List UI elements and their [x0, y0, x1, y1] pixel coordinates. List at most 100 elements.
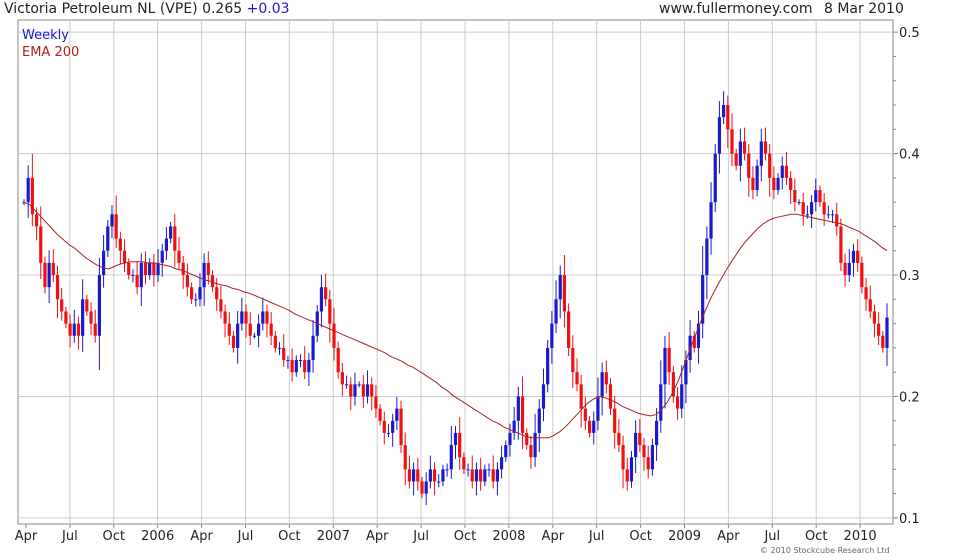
weekly-bar — [516, 396, 520, 421]
weekly-bar — [789, 177, 793, 191]
weekly-bar — [571, 347, 575, 373]
weekly-bar — [780, 165, 784, 178]
weekly-bar — [156, 262, 160, 276]
weekly-bar — [772, 177, 776, 191]
weekly-bar — [424, 481, 428, 494]
legend-weekly: Weekly — [22, 28, 69, 43]
x-tick-label: Apr — [542, 529, 565, 544]
weekly-bar — [713, 153, 717, 203]
weekly-bar — [592, 420, 596, 433]
weekly-bar — [768, 153, 772, 178]
weekly-bar — [252, 335, 257, 337]
weekly-bar — [265, 311, 269, 324]
weekly-bar — [722, 105, 726, 118]
weekly-bar — [596, 396, 600, 421]
weekly-bar — [420, 481, 424, 494]
y-tick-label: 0.2 — [899, 390, 920, 405]
weekly-bar — [667, 347, 671, 373]
weekly-bar — [110, 214, 114, 227]
weekly-bar — [567, 311, 571, 348]
weekly-bar — [659, 384, 663, 421]
weekly-bar — [240, 311, 244, 324]
weekly-bar — [340, 372, 344, 385]
weekly-bar — [361, 384, 365, 397]
weekly-bar — [717, 117, 722, 154]
weekly-bar — [835, 214, 839, 227]
weekly-bar — [303, 360, 307, 373]
weekly-bar — [101, 250, 106, 276]
weekly-bar — [529, 445, 533, 458]
x-tick-label: 2009 — [668, 529, 701, 544]
y-tick-label: 0.3 — [899, 269, 920, 284]
weekly-bar — [663, 347, 667, 385]
weekly-bar — [525, 432, 529, 446]
x-tick-label: Oct — [103, 529, 125, 544]
x-tick-label: 2010 — [844, 529, 877, 544]
weekly-bar — [135, 275, 139, 288]
weekly-bar — [307, 360, 311, 373]
weekly-bar — [776, 177, 780, 191]
weekly-bar — [621, 445, 625, 470]
weekly-bar — [269, 323, 273, 336]
weekly-bar — [466, 469, 470, 471]
weekly-bar — [575, 372, 579, 385]
weekly-bar — [353, 384, 357, 397]
weekly-bar — [412, 469, 416, 482]
weekly-bar — [395, 408, 399, 421]
weekly-bar — [843, 262, 847, 276]
weekly-bar — [60, 299, 64, 312]
weekly-bar — [499, 457, 504, 470]
weekly-bar — [374, 396, 378, 409]
weekly-bar — [194, 299, 198, 301]
weekly-bar — [646, 457, 650, 470]
y-tick-label: 0.5 — [899, 26, 920, 41]
weekly-bar — [495, 469, 499, 482]
weekly-bar — [856, 250, 860, 263]
weekly-bar — [206, 262, 210, 276]
weekly-bar — [617, 432, 621, 446]
weekly-bar — [181, 262, 185, 276]
weekly-bar — [277, 347, 282, 349]
weekly-bar — [520, 396, 525, 433]
weekly-bar — [462, 457, 466, 470]
weekly-bar — [470, 469, 474, 482]
weekly-bar — [830, 214, 835, 216]
price-chart: Apr Jul Oct 2006 Apr Jul Oct 2007 Apr Jul Oct 2008 A… — [15, 19, 920, 544]
weekly-bar — [131, 275, 135, 277]
weekly-bar — [248, 323, 252, 336]
weekly-bar — [638, 432, 642, 446]
x-tick-label: Apr — [190, 529, 213, 544]
x-tick-label: 2008 — [492, 529, 525, 544]
weekly-bar — [357, 384, 361, 386]
weekly-bar — [508, 432, 512, 446]
weekly-bar — [160, 250, 164, 263]
weekly-bar — [93, 323, 97, 336]
weekly-bar — [273, 335, 277, 348]
weekly-bar — [738, 141, 742, 166]
weekly-bar — [755, 165, 759, 191]
weekly-bar — [34, 214, 39, 227]
weekly-bar — [550, 323, 554, 348]
weekly-bar — [437, 481, 441, 483]
x-tick-label: Oct — [278, 529, 300, 544]
weekly-bar — [215, 287, 219, 300]
weekly-bar — [625, 469, 629, 482]
weekly-bar — [650, 445, 654, 470]
weekly-bar — [219, 299, 223, 312]
weekly-bar — [169, 226, 173, 239]
x-tick-label: Jul — [588, 529, 605, 544]
weekly-bar — [604, 372, 608, 385]
weekly-bar — [885, 317, 889, 348]
weekly-bar — [85, 299, 89, 312]
x-tick-label: 2006 — [141, 529, 174, 544]
weekly-bar — [428, 469, 432, 482]
weekly-bar — [445, 469, 449, 471]
weekly-bar — [261, 311, 265, 324]
weekly-bar — [533, 432, 537, 458]
weekly-bar — [223, 311, 227, 324]
weekly-bar — [537, 408, 541, 433]
weekly-bar — [148, 262, 152, 276]
weekly-bar — [546, 347, 550, 385]
weekly-bar — [784, 165, 789, 178]
weekly-bar — [600, 372, 604, 397]
